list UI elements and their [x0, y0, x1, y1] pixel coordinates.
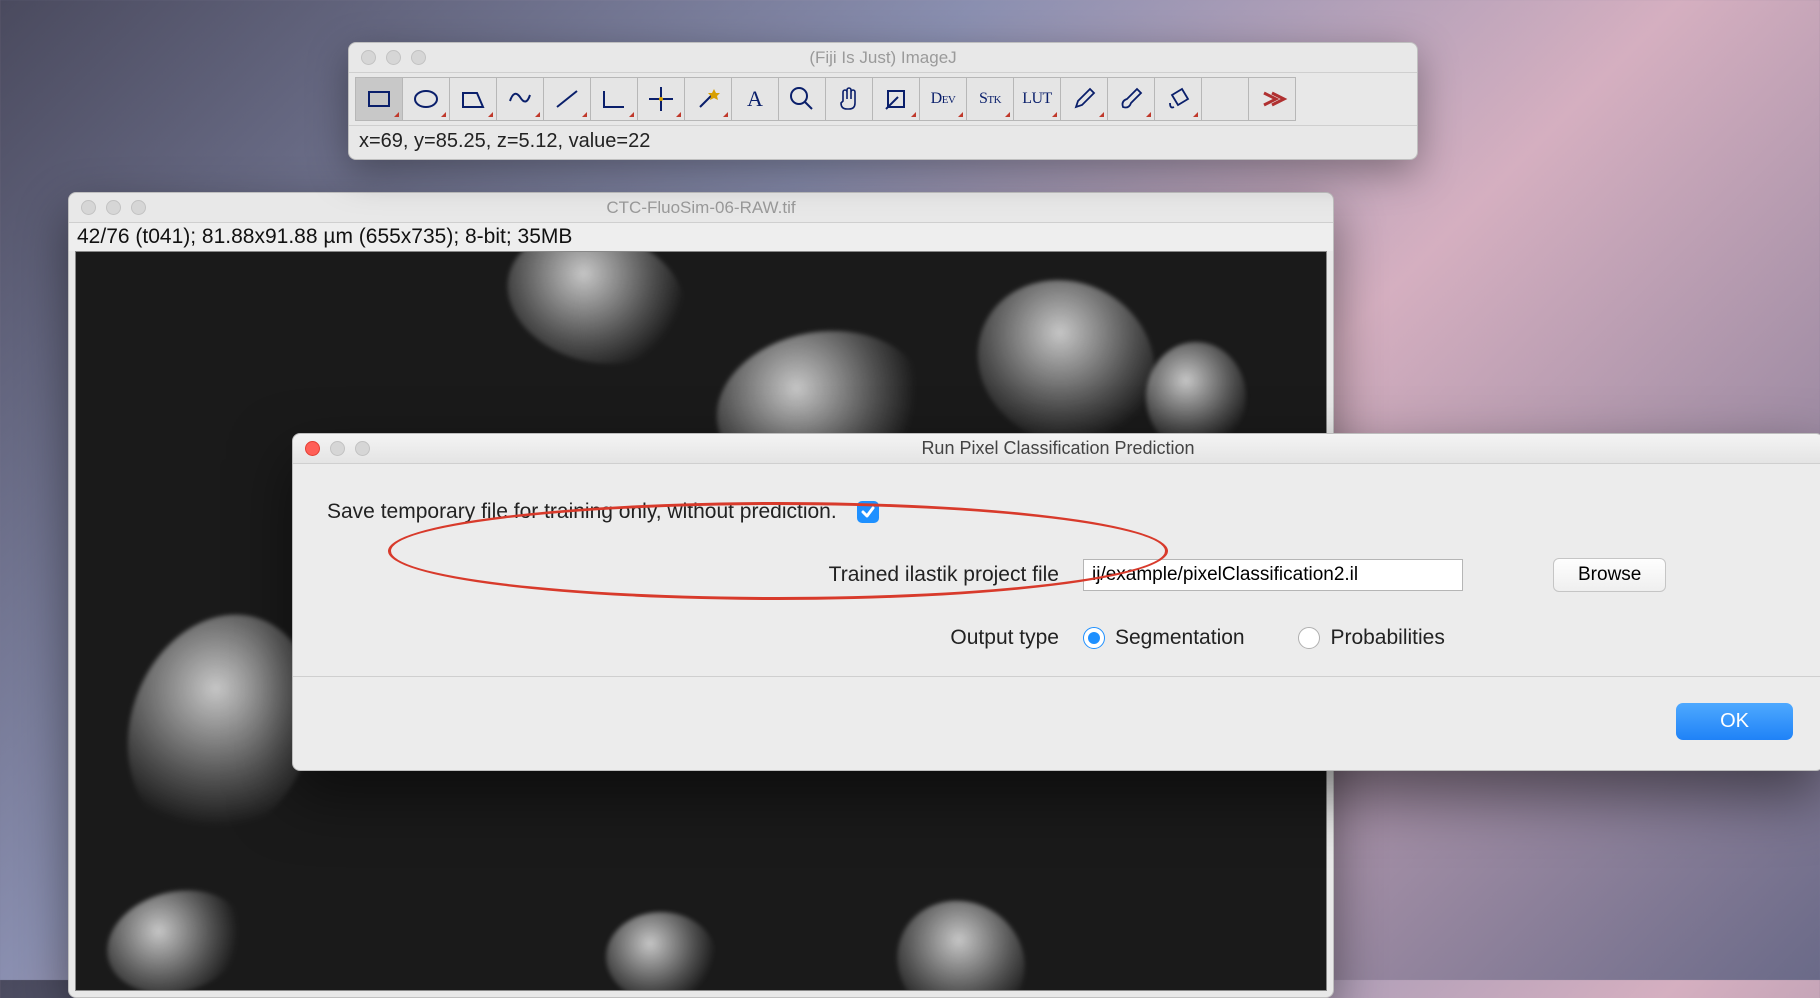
text-tool[interactable]: A — [731, 77, 779, 121]
polygon-tool[interactable] — [449, 77, 497, 121]
output-type-label: Output type — [323, 626, 1083, 650]
dialog-window: Run Pixel Classification Prediction Save… — [292, 433, 1820, 771]
project-file-input[interactable] — [1083, 559, 1463, 591]
output-segmentation-label: Segmentation — [1115, 626, 1245, 649]
freehand-tool[interactable] — [496, 77, 544, 121]
save-temp-checkbox[interactable] — [857, 501, 879, 523]
fiji-close-icon[interactable] — [361, 50, 376, 65]
image-close-icon[interactable] — [81, 200, 96, 215]
image-info-bar: 42/76 (t041); 81.88x91.88 µm (655x735); … — [69, 223, 1333, 251]
fiji-status-bar: x=69, y=85.25, z=5.12, value=22 — [349, 126, 1417, 159]
more-tools[interactable] — [1248, 77, 1296, 121]
output-probabilities-radio[interactable] — [1298, 627, 1320, 649]
dialog-close-icon[interactable] — [305, 441, 320, 456]
stk-tool[interactable]: Stk — [966, 77, 1014, 121]
line-tool[interactable] — [543, 77, 591, 121]
dev-tool[interactable]: Dev — [919, 77, 967, 121]
rectangle-tool[interactable] — [355, 77, 403, 121]
image-window-title: CTC-FluoSim-06-RAW.tif — [69, 198, 1333, 218]
fiji-toolbar: A DevStkLUT — [349, 73, 1417, 126]
spacer — [1201, 77, 1249, 121]
fiji-window-title: (Fiji Is Just) ImageJ — [349, 48, 1417, 68]
fiji-minimize-icon[interactable] — [386, 50, 401, 65]
image-minimize-icon[interactable] — [106, 200, 121, 215]
image-zoom-icon[interactable] — [131, 200, 146, 215]
angle-tool[interactable] — [590, 77, 638, 121]
fiji-zoom-icon[interactable] — [411, 50, 426, 65]
wand-tool[interactable] — [684, 77, 732, 121]
brush-tool[interactable] — [1107, 77, 1155, 121]
output-probabilities-label: Probabilities — [1330, 626, 1444, 649]
ok-button[interactable]: OK — [1676, 703, 1793, 740]
color-picker-tool[interactable] — [872, 77, 920, 121]
oval-tool[interactable] — [402, 77, 450, 121]
hand-tool[interactable] — [825, 77, 873, 121]
save-temp-label: Save temporary file for training only, w… — [327, 500, 857, 524]
dialog-zoom-icon[interactable] — [355, 441, 370, 456]
dialog-title: Run Pixel Classification Prediction — [293, 438, 1820, 459]
point-tool[interactable] — [637, 77, 685, 121]
fiji-titlebar[interactable]: (Fiji Is Just) ImageJ — [349, 43, 1417, 73]
svg-text:A: A — [747, 86, 763, 111]
pencil-tool[interactable] — [1060, 77, 1108, 121]
output-segmentation-radio[interactable] — [1083, 627, 1105, 649]
fiji-window: (Fiji Is Just) ImageJ A DevStkLUT x=69, y… — [348, 42, 1418, 160]
lut-tool[interactable]: LUT — [1013, 77, 1061, 121]
magnifier-tool[interactable] — [778, 77, 826, 121]
browse-button[interactable]: Browse — [1553, 558, 1666, 592]
flood-fill-tool[interactable] — [1154, 77, 1202, 121]
dialog-minimize-icon[interactable] — [330, 441, 345, 456]
project-file-label: Trained ilastik project file — [323, 563, 1083, 587]
dialog-titlebar[interactable]: Run Pixel Classification Prediction — [293, 434, 1820, 464]
image-window-titlebar[interactable]: CTC-FluoSim-06-RAW.tif — [69, 193, 1333, 223]
